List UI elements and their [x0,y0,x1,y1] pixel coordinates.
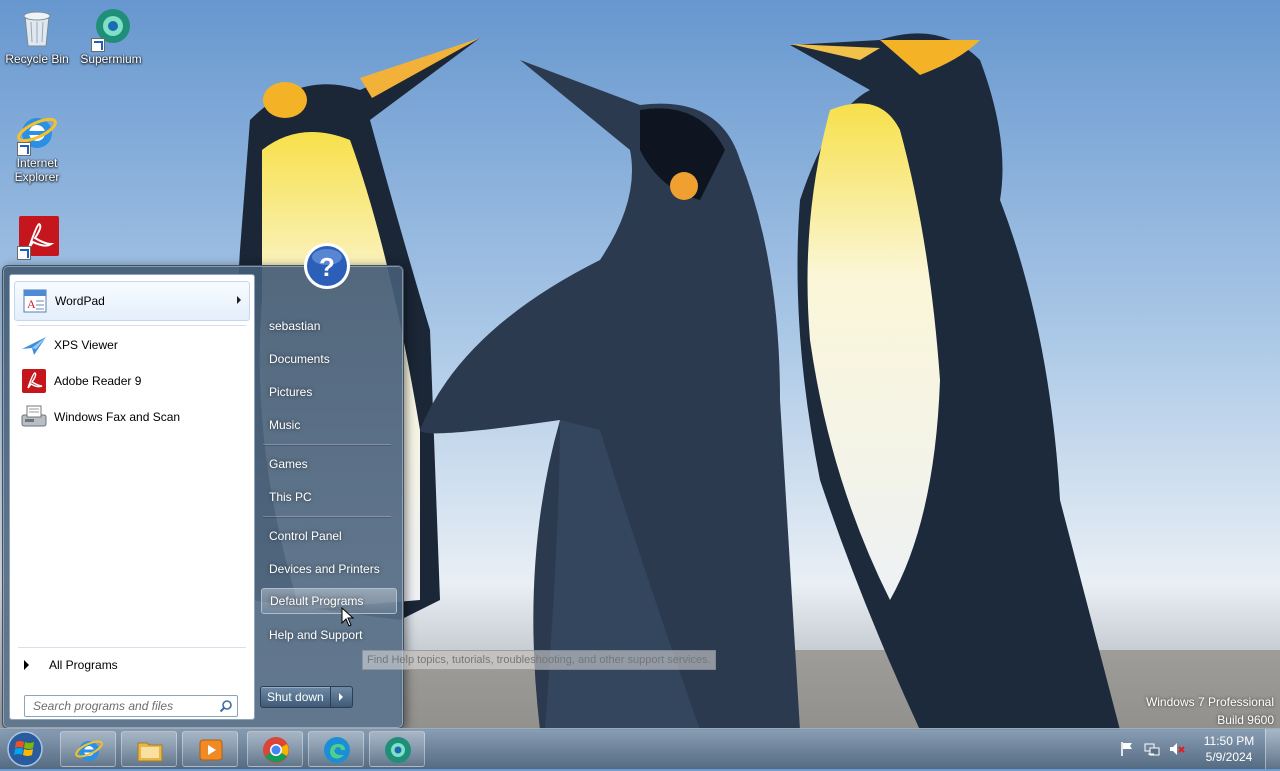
search-input[interactable] [31,696,215,716]
desktop-icon-label: Internet Explorer [14,156,60,184]
os-watermark: Windows 7 Professional Build 9600 [1146,693,1274,729]
show-desktop-button[interactable] [1265,729,1280,769]
recycle-bin-icon [15,6,59,50]
program-item-label: XPS Viewer [54,338,118,352]
network-icon[interactable] [1143,740,1161,758]
program-item-windows-fax-and-scan[interactable]: Windows Fax and Scan [14,401,250,433]
supermium-icon [385,737,411,763]
program-item-label: WordPad [55,294,105,308]
adobe-reader-icon [20,367,48,395]
desktop-icon-label: Recycle Bin [5,52,69,66]
volume-muted-icon[interactable] [1168,740,1186,758]
shortcut-arrow-icon [91,38,105,52]
desktop-icon-recycle-bin[interactable]: Recycle Bin [0,6,74,66]
watermark-edition: Windows 7 Professional [1145,695,1274,709]
start-item-control-panel[interactable]: Control Panel [261,523,397,549]
system-tray [1118,729,1193,769]
taskbar-file-explorer[interactable] [121,731,177,767]
taskbar: 11:50 PM 5/9/2024 [0,728,1280,769]
desktop-icon-internet-explorer[interactable]: Internet Explorer [0,110,74,184]
taskbar-supermium[interactable] [369,731,425,767]
edge-icon [324,737,350,763]
svg-text:?: ? [319,252,335,282]
taskbar-chrome[interactable] [247,731,303,767]
all-programs-label: All Programs [49,658,118,672]
separator [263,516,391,517]
taskbar-edge[interactable] [308,731,364,767]
clock-time: 11:50 PM [1203,734,1255,748]
start-item-pictures[interactable]: Pictures [261,379,397,405]
chrome-icon [263,737,289,763]
start-item-documents[interactable]: Documents [261,346,397,372]
all-programs-button[interactable]: All Programs [14,653,250,677]
shutdown-options-arrow-icon[interactable] [330,686,353,708]
folder-icon [137,742,163,762]
start-item-this-pc[interactable]: This PC [261,484,397,510]
clock-date: 5/9/2024 [1205,750,1253,764]
desktop-icon-label: Supermium [80,52,142,66]
start-item-default-programs[interactable]: Default Programs [261,588,397,614]
help-icon: ? [302,241,352,291]
search-icon[interactable] [219,699,233,713]
program-item-adobe-reader[interactable]: Adobe Reader 9 [14,365,250,397]
supermium-icon [89,6,133,52]
program-item-label: Windows Fax and Scan [54,410,181,424]
start-menu-programs-pane: A WordPad XPS Viewer Adobe Reader 9 Wind… [9,274,255,720]
triangle-right-icon [24,660,29,670]
desktop-icon-adobe-reader[interactable] [0,214,74,260]
taskbar-internet-explorer[interactable] [60,731,116,767]
start-item-games[interactable]: Games [261,451,397,477]
tooltip: Find Help topics, tutorials, troubleshoo… [362,650,716,670]
program-item-xps-viewer[interactable]: XPS Viewer [14,329,250,361]
submenu-arrow-icon[interactable] [237,296,241,304]
shutdown-button[interactable]: Shut down [260,686,331,708]
taskbar-clock[interactable]: 11:50 PM 5/9/2024 [1196,733,1262,765]
taskbar-media-player[interactable] [182,731,238,767]
watermark-build: Build 9600 [1217,713,1274,727]
start-item-help-and-support[interactable]: Help and Support [261,622,397,648]
shortcut-arrow-icon [17,142,31,156]
media-player-icon [199,739,223,761]
start-search-box[interactable] [24,695,238,717]
start-item-devices-and-printers[interactable]: Devices and Printers [261,556,397,582]
program-item-label: Adobe Reader 9 [54,374,142,388]
start-menu: A WordPad XPS Viewer Adobe Reader 9 Wind… [2,243,404,729]
internet-explorer-icon [15,110,59,156]
svg-text:A: A [27,297,36,311]
internet-explorer-icon [75,740,103,761]
action-center-flag-icon[interactable] [1118,740,1136,758]
mouse-cursor-icon [341,606,355,627]
desktop-icon-supermium[interactable]: Supermium [74,6,148,66]
program-item-wordpad[interactable]: A WordPad [14,281,250,321]
separator [18,325,246,326]
xps-viewer-icon [20,331,48,359]
adobe-reader-icon [15,214,59,260]
wordpad-icon: A [21,287,49,315]
separator [18,647,246,648]
start-button[interactable] [4,730,46,768]
start-item-user-folder[interactable]: sebastian [261,313,397,339]
separator [263,444,391,445]
shortcut-arrow-icon [17,246,31,260]
fax-scan-icon [20,403,48,431]
shutdown-control: Shut down [260,686,353,708]
start-item-music[interactable]: Music [261,412,397,438]
